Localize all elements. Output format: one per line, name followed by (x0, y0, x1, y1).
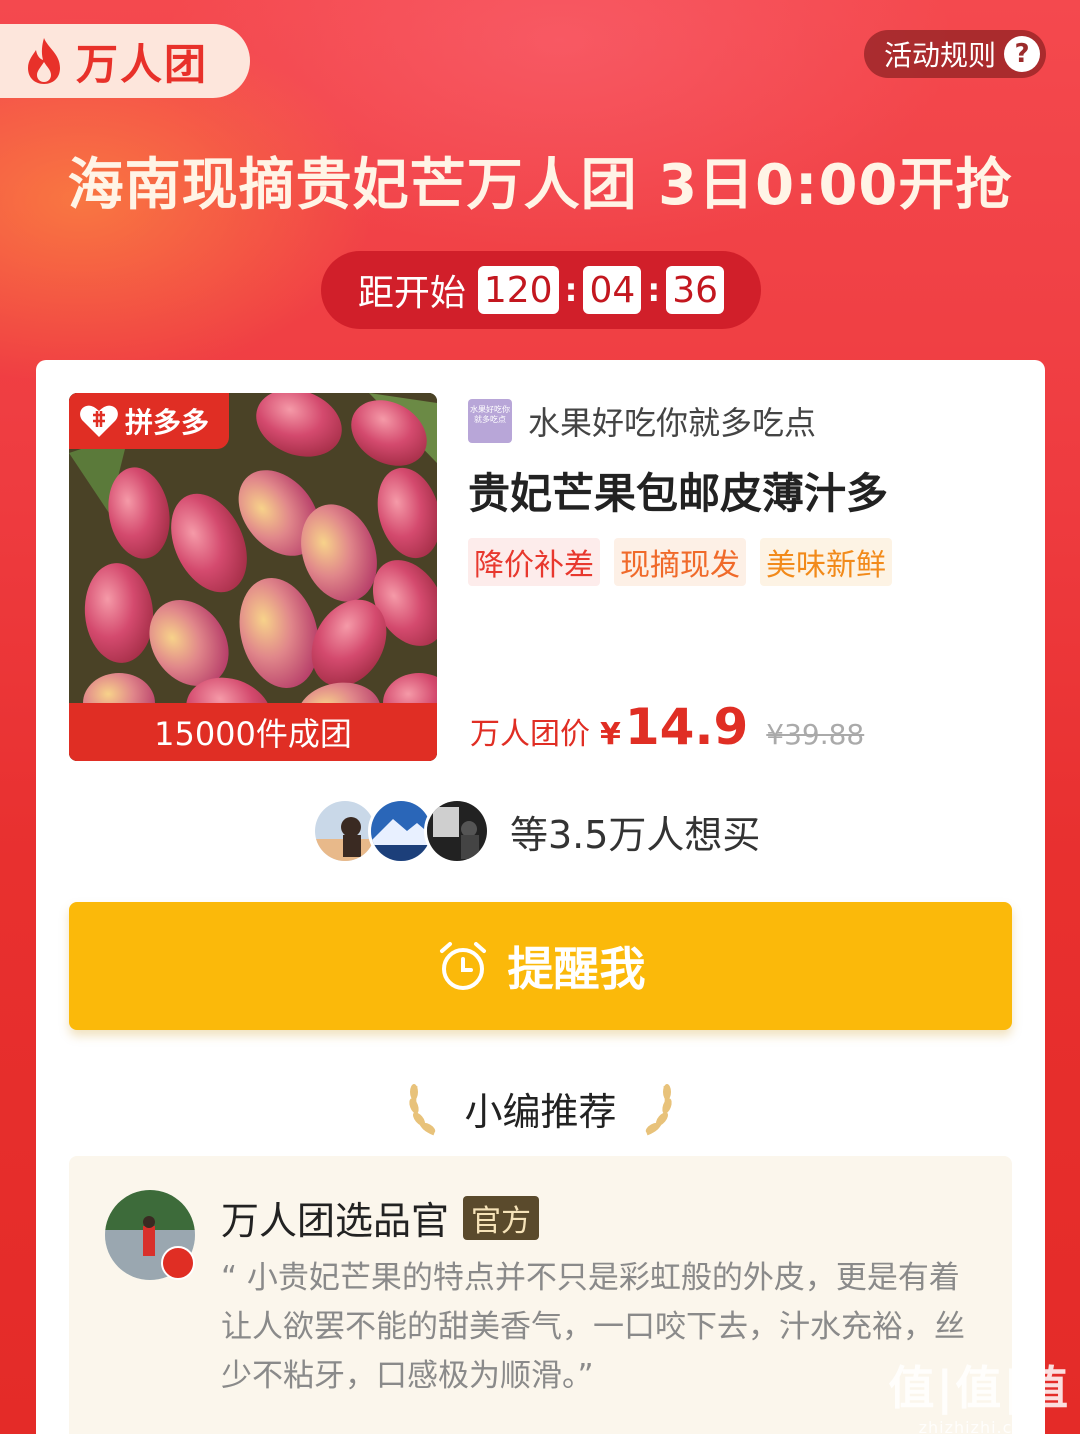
price-row: 万人团价 ¥ 14.9 ¥39.88 (470, 698, 864, 756)
page-title: 海南现摘贵妃芒万人团 3日0:00开抢 (67, 153, 1013, 218)
product-image[interactable]: 拼多多 15000件成团 (69, 393, 437, 761)
site-watermark: 值|值|值 zhizhizhi.com (888, 1352, 1070, 1434)
product-tags: 降价补差 现摘现发 美味新鲜 (468, 538, 892, 586)
countdown-timer: 距开始 120 : 04 : 36 (321, 251, 761, 329)
section-title: 小编推荐 (464, 1089, 617, 1134)
store-name: 水果好吃你就多吃点 (528, 404, 817, 442)
platform-tag-label: 拼多多 (125, 406, 210, 439)
product-tag: 美味新鲜 (760, 538, 892, 586)
activity-rules-label: 活动规则 (883, 39, 996, 72)
price-label: 万人团价 (470, 717, 590, 752)
brand-label: 万人团 (76, 39, 209, 89)
original-price: ¥39.88 (766, 718, 865, 751)
product-tag: 降价补差 (468, 538, 600, 586)
countdown-minutes: 04 (583, 266, 642, 314)
countdown-separator: : (564, 271, 578, 309)
activity-rules-button[interactable]: 活动规则 ? (864, 30, 1046, 78)
countdown-seconds: 36 (666, 266, 725, 314)
remind-me-button[interactable]: 提醒我 (69, 902, 1012, 1030)
product-title: 贵妃芒果包邮皮薄汁多 (468, 469, 889, 518)
interested-count: 等3.5万人想买 (510, 812, 761, 857)
editor-quote: “ 小贵妃芒果的特点并不只是彩虹般的外皮，更是有着让人欲罢不能的甜美香气，一口咬… (221, 1260, 965, 1394)
group-price: 14.9 (624, 698, 749, 756)
store-logo: 水果好吃你就多吃点 (468, 399, 512, 443)
alarm-clock-icon (439, 942, 486, 990)
avatar (424, 798, 490, 864)
pinduoduo-badge-icon (161, 1246, 195, 1280)
interested-buyers: 等3.5万人想买 (312, 798, 760, 864)
countdown-label: 距开始 (357, 273, 466, 314)
editor-name: 万人团选品官 (221, 1199, 450, 1243)
store-info[interactable]: 水果好吃你就多吃点 水果好吃你就多吃点 (468, 398, 816, 444)
brand-badge: 万人团 (0, 24, 250, 98)
laurel-right-icon (645, 1084, 672, 1136)
currency-symbol: ¥ (600, 717, 621, 752)
platform-tag: 拼多多 (69, 393, 229, 449)
watermark-logo: 值|值|值 (888, 1361, 1070, 1415)
official-badge: 官方 (463, 1195, 540, 1240)
editor-recommend-header: 小编推荐 (36, 1078, 1045, 1138)
laurel-left-icon (409, 1084, 436, 1136)
remind-me-label: 提醒我 (507, 942, 646, 996)
help-icon: ? (1004, 36, 1040, 72)
editor-recommendation: 万人团选品官 官方 “ 小贵妃芒果的特点并不只是彩虹般的外皮，更是有着让人欲罢不… (69, 1156, 1012, 1434)
countdown-separator: : (647, 271, 661, 309)
flame-icon (28, 38, 60, 84)
editor-name-row: 万人团选品官 官方 (221, 1190, 540, 1245)
product-card: 拼多多 15000件成团 水果好吃你就多吃点 水果好吃你就多吃点 贵妃芒果包邮皮… (36, 360, 1045, 1434)
product-tag: 现摘现发 (614, 538, 746, 586)
group-size-label: 15000件成团 (69, 703, 437, 761)
pinduoduo-logo-icon (80, 405, 118, 437)
watermark-url: zhizhizhi.com (918, 1418, 1040, 1434)
countdown-hours: 120 (477, 266, 559, 314)
